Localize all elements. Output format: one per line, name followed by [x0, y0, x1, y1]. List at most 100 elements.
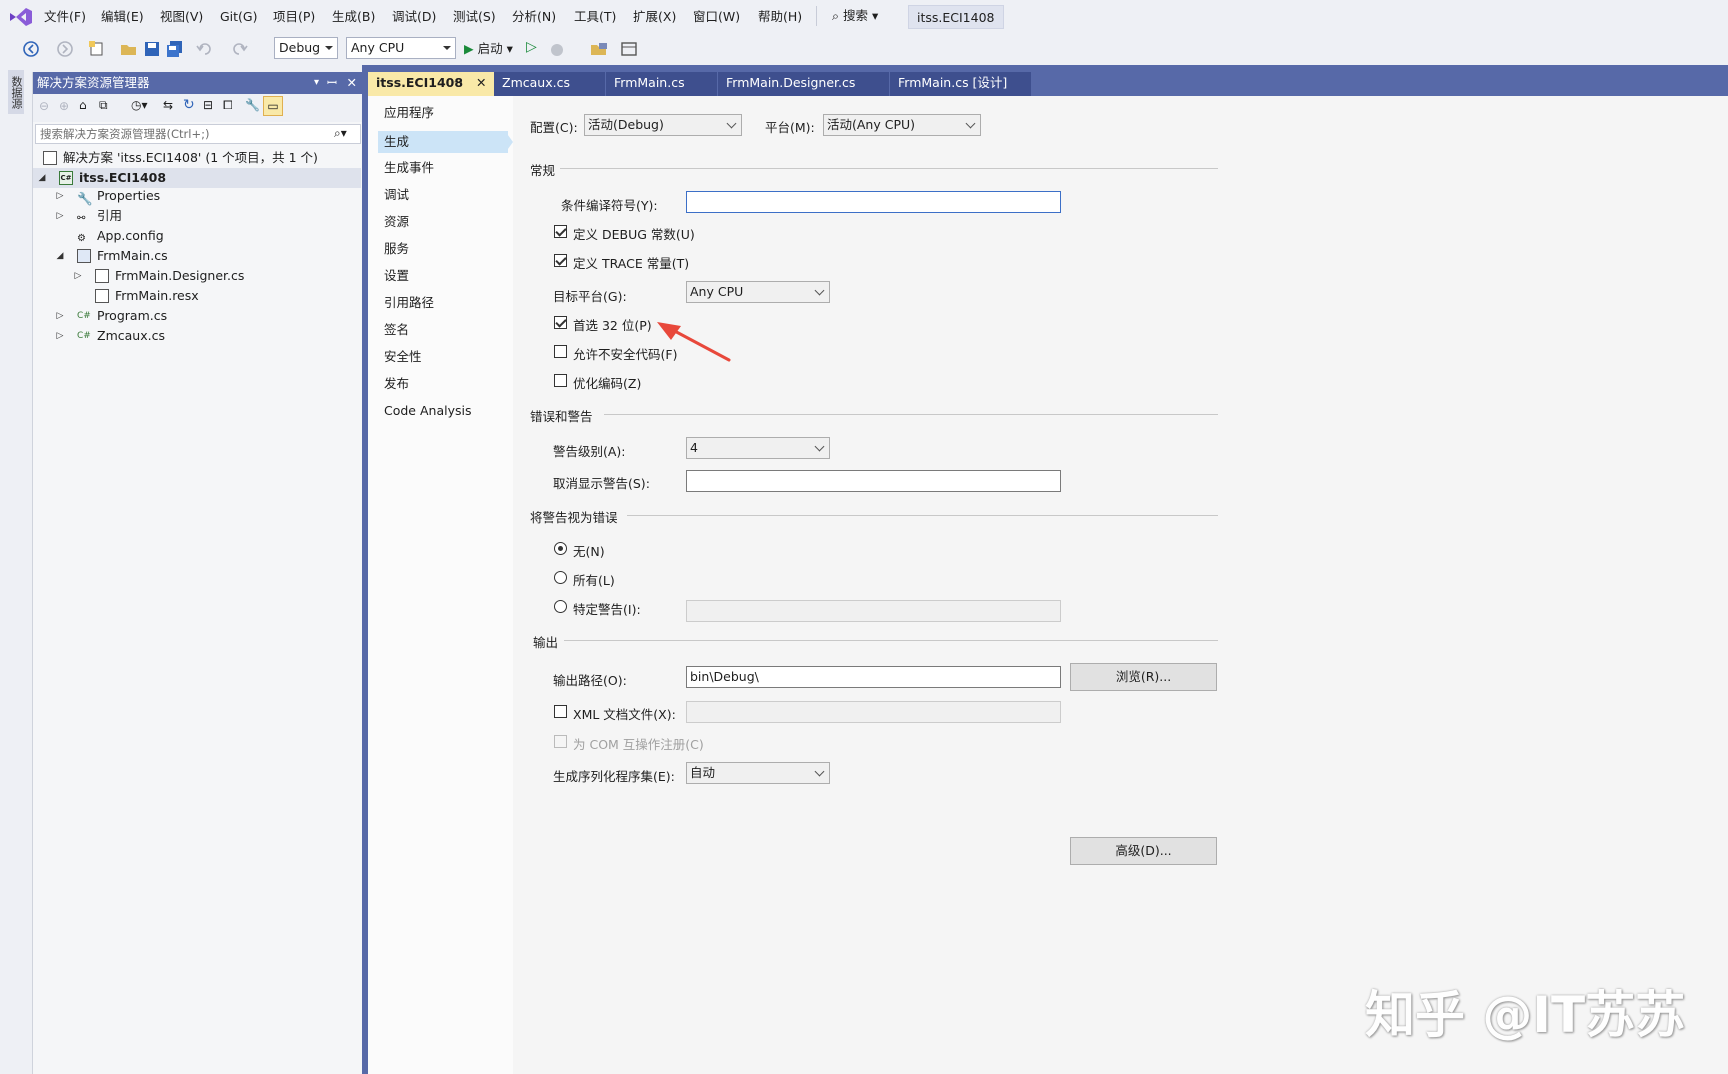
nav-build-events[interactable]: 生成事件: [378, 157, 508, 179]
undo-icon[interactable]: [196, 40, 214, 58]
configuration-select[interactable]: 活动(Debug): [584, 114, 742, 136]
menu-analyze[interactable]: 分析(N): [512, 8, 556, 26]
allow-unsafe-checkbox[interactable]: [554, 345, 567, 358]
close-icon[interactable]: ✕: [347, 72, 357, 94]
tree-item-references[interactable]: ▷ ⚯ 引用: [33, 206, 361, 226]
menu-project[interactable]: 项目(P): [273, 8, 315, 26]
tab-frmmain-designer[interactable]: FrmMain.Designer.cs: [718, 72, 890, 96]
define-debug-checkbox[interactable]: [554, 225, 567, 238]
prefer-32bit-checkbox[interactable]: [554, 316, 567, 329]
browse-folder-icon[interactable]: [590, 40, 608, 58]
dropdown-icon[interactable]: ▾: [314, 72, 319, 94]
tree-item-properties[interactable]: ▷ 🔧 Properties: [33, 186, 361, 206]
collapsed-icon[interactable]: ▷: [55, 206, 65, 226]
warning-level-select[interactable]: 4: [686, 437, 830, 459]
specific-warnings-input[interactable]: [686, 600, 1061, 622]
tab-project-properties[interactable]: itss.ECI1408 ⊸ ✕: [368, 72, 494, 96]
switch-views-icon[interactable]: ⧉: [99, 98, 108, 113]
save-icon[interactable]: [143, 40, 161, 58]
collapsed-icon[interactable]: ▷: [55, 186, 65, 206]
menu-test[interactable]: 测试(S): [453, 8, 496, 26]
tab-zmcaux[interactable]: Zmcaux.cs: [494, 72, 606, 96]
suppress-warnings-input[interactable]: [686, 470, 1061, 492]
collapse-all-icon[interactable]: ⊟: [203, 98, 213, 112]
menu-view[interactable]: 视图(V): [160, 8, 203, 26]
tab-frmmain[interactable]: FrmMain.cs: [606, 72, 718, 96]
solution-platform-select[interactable]: Any CPU: [346, 37, 456, 59]
expanded-icon[interactable]: ◢: [55, 246, 65, 266]
com-register-checkbox[interactable]: [554, 735, 567, 748]
tab-frmmain-design[interactable]: FrmMain.cs [设计]: [890, 72, 1032, 96]
nav-application[interactable]: 应用程序: [378, 102, 508, 124]
save-all-icon[interactable]: [166, 40, 184, 58]
back-icon[interactable]: ⊖: [39, 99, 49, 113]
start-without-debugging-icon[interactable]: ▷: [526, 39, 537, 55]
navigate-back-icon[interactable]: [22, 40, 40, 58]
global-search-button[interactable]: ⌕ 搜索 ▾: [832, 5, 878, 27]
tree-item-app-config[interactable]: ⚙ App.config: [33, 226, 361, 246]
menu-edit[interactable]: 编辑(E): [101, 8, 144, 26]
nav-debug[interactable]: 调试: [378, 184, 508, 206]
collapsed-icon[interactable]: ▷: [73, 266, 83, 286]
cond-symbols-input[interactable]: [686, 191, 1061, 213]
close-icon[interactable]: ✕: [476, 72, 486, 94]
nav-security[interactable]: 安全性: [378, 346, 508, 368]
preview-selected-icon[interactable]: ▭: [263, 96, 283, 116]
nav-services[interactable]: 服务: [378, 238, 508, 260]
forward-icon[interactable]: ⊕: [59, 99, 69, 113]
properties-wrench-icon[interactable]: 🔧: [245, 98, 260, 112]
hot-reload-icon[interactable]: [548, 40, 566, 58]
tree-item-frmmain[interactable]: ◢ FrmMain.cs: [33, 246, 361, 266]
advanced-button[interactable]: 高级(D)...: [1070, 837, 1217, 865]
radio-specific[interactable]: [554, 600, 567, 613]
define-trace-checkbox[interactable]: [554, 254, 567, 267]
tree-item-zmcaux[interactable]: ▷ C# Zmcaux.cs: [33, 326, 361, 346]
nav-build[interactable]: 生成: [378, 131, 508, 153]
xml-doc-checkbox[interactable]: [554, 705, 567, 718]
menu-git[interactable]: Git(G): [220, 8, 258, 26]
solution-search-input[interactable]: 搜索解决方案资源管理器(Ctrl+;): [35, 124, 361, 144]
solution-configuration-select[interactable]: Debug: [274, 37, 338, 59]
window-layout-icon[interactable]: [620, 40, 638, 58]
home-icon[interactable]: ⌂: [79, 98, 87, 112]
tree-item-frmmain-designer[interactable]: ▷ FrmMain.Designer.cs: [33, 266, 361, 286]
refresh-icon[interactable]: ↻: [183, 97, 195, 113]
menu-build[interactable]: 生成(B): [332, 8, 375, 26]
visual-studio-logo-icon[interactable]: [8, 6, 34, 28]
nav-settings[interactable]: 设置: [378, 265, 508, 287]
serialization-select[interactable]: 自动: [686, 762, 830, 784]
show-all-files-icon[interactable]: ⧠: [223, 98, 233, 113]
sync-icon[interactable]: ⇆: [163, 98, 173, 112]
output-path-input[interactable]: bin\Debug\: [686, 666, 1061, 688]
data-sources-tab[interactable]: 数据源: [8, 70, 24, 114]
nav-resources[interactable]: 资源: [378, 211, 508, 233]
navigate-forward-icon[interactable]: [56, 40, 74, 58]
tree-item-program[interactable]: ▷ C# Program.cs: [33, 306, 361, 326]
menu-debug[interactable]: 调试(D): [392, 8, 436, 26]
redo-icon[interactable]: [230, 40, 248, 58]
tree-item-project[interactable]: ◢ C# itss.ECI1408: [33, 168, 361, 188]
menu-tools[interactable]: 工具(T): [574, 8, 616, 26]
radio-all[interactable]: [554, 571, 567, 584]
menu-help[interactable]: 帮助(H): [758, 8, 802, 26]
menu-extensions[interactable]: 扩展(X): [633, 8, 676, 26]
browse-button[interactable]: 浏览(R)...: [1070, 663, 1217, 691]
nav-publish[interactable]: 发布: [378, 373, 508, 395]
tree-item-frmmain-resx[interactable]: FrmMain.resx: [33, 286, 361, 306]
tree-item-solution[interactable]: 解决方案 'itss.ECI1408' (1 个项目，共 1 个): [33, 148, 361, 168]
collapsed-icon[interactable]: ▷: [55, 306, 65, 326]
platform-select[interactable]: 活动(Any CPU): [823, 114, 981, 136]
menu-file[interactable]: 文件(F): [44, 8, 86, 26]
optimize-checkbox[interactable]: [554, 374, 567, 387]
nav-code-analysis[interactable]: Code Analysis: [378, 400, 508, 422]
new-project-icon[interactable]: [88, 40, 106, 58]
nav-reference-paths[interactable]: 引用路径: [378, 292, 508, 314]
pin-icon[interactable]: ꟷ: [327, 72, 337, 94]
start-debugging-button[interactable]: ▶ 启动 ▾: [464, 39, 513, 59]
pin-icon[interactable]: ⊸: [454, 72, 462, 94]
expanded-icon[interactable]: ◢: [37, 168, 47, 188]
menu-window[interactable]: 窗口(W): [693, 8, 740, 26]
xml-doc-path-input[interactable]: [686, 701, 1061, 723]
open-folder-icon[interactable]: [120, 40, 138, 58]
nav-signing[interactable]: 签名: [378, 319, 508, 341]
